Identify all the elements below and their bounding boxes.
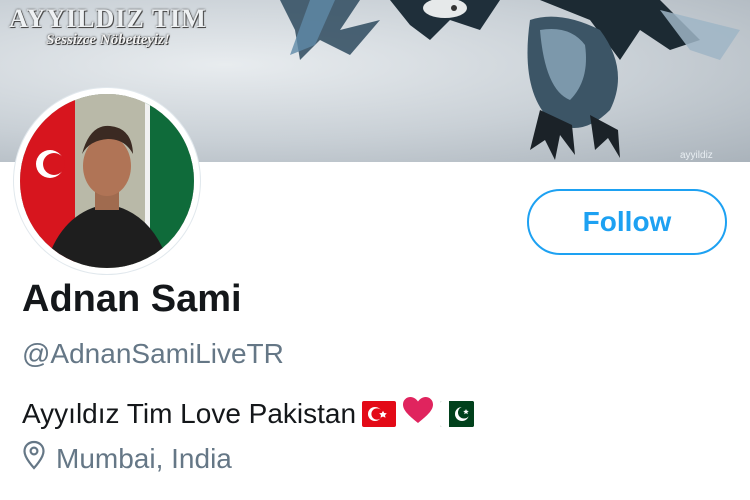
- profile-handle[interactable]: @AdnanSamiLiveTR: [22, 338, 284, 370]
- profile-name: Adnan Sami: [22, 278, 242, 320]
- pakistan-flag-icon: [440, 400, 475, 427]
- turkey-flag-icon: [362, 400, 397, 427]
- map-pin-icon: [22, 440, 46, 477]
- profile-bio: Ayyıldız Tim Love Pakistan: [22, 396, 475, 431]
- avatar-photo: [20, 94, 194, 268]
- profile-location: Mumbai, India: [22, 440, 232, 477]
- banner-watermark: ayyildiz: [680, 150, 713, 161]
- red-heart-icon: [402, 396, 434, 431]
- eagle-illustration: ayyildiz: [280, 0, 740, 161]
- profile-avatar[interactable]: [14, 88, 200, 274]
- location-text: Mumbai, India: [56, 442, 232, 474]
- bio-text: Ayyıldız Tim Love Pakistan: [22, 397, 357, 429]
- banner-subtitle: Sessizce Nöbetteyiz!: [46, 32, 170, 48]
- banner-title: AYYILDIZ TIM: [9, 4, 207, 33]
- banner-logo-text: AYYILDIZ TIM Sessizce Nöbetteyiz!: [8, 4, 208, 49]
- follow-button[interactable]: Follow: [527, 189, 727, 255]
